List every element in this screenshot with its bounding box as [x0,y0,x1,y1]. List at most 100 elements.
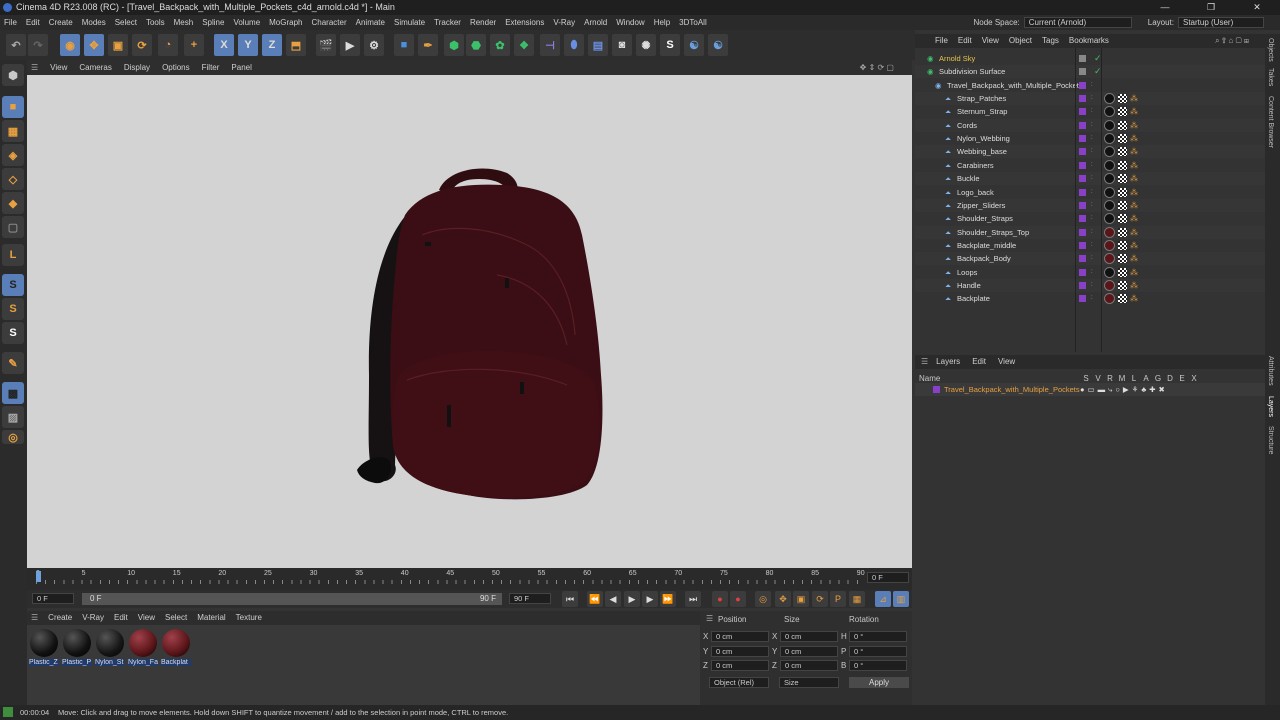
material-tag-icon[interactable] [1104,279,1115,291]
texture-tag-icon[interactable] [1118,160,1127,170]
object-row[interactable]: ⏶ Backplate_middle: ⁂ [915,238,1265,252]
object-row[interactable]: ⏶ Cords: ⁂ [915,118,1265,132]
model-mode-icon[interactable]: ■ [2,96,24,118]
visibility-dots[interactable]: : [1091,172,1093,185]
coordinate-system-icon[interactable]: ⬒ [286,34,306,56]
add-icon[interactable]: + [184,34,204,56]
layer-color-tag[interactable] [1079,121,1086,129]
prev-key-icon[interactable]: ⏪ [587,591,603,607]
material-tag-icon[interactable] [1104,93,1115,105]
texture-mode-icon[interactable]: ▦ [2,120,24,142]
texture-tag-icon[interactable] [1118,147,1127,157]
layer-color-tag[interactable] [1079,188,1086,196]
enable-checkbox[interactable] [1079,55,1086,62]
phong-tag-icon[interactable]: ⁂ [1130,105,1138,118]
object-row[interactable]: ◉ Arnold Sky ✓ [915,52,1265,65]
side-tab-objects[interactable]: Objects [1267,38,1274,62]
menu-extensions[interactable]: Extensions [505,15,544,30]
keyframe-selection-icon[interactable]: ◎ [755,591,771,607]
texture-tag-icon[interactable] [1118,134,1127,144]
material-menu-vray[interactable]: V-Ray [82,611,104,625]
texture-tag-icon[interactable] [1118,227,1127,237]
menu-window[interactable]: Window [616,15,644,30]
light-icon[interactable]: ✺ [636,34,656,56]
visibility-dots[interactable]: : [1091,92,1093,105]
layer-flag-icons[interactable]: ●▭▬⤷○▶⚘♣✚✖ [1080,383,1168,396]
fcurve-icon[interactable]: ▥ [893,591,909,607]
viewport-menu-filter[interactable]: Filter [202,60,220,75]
layer-color-tag[interactable] [1079,295,1086,303]
phong-tag-icon[interactable]: ⁂ [1130,226,1138,239]
object-row[interactable]: ⏶ Shoulder_Straps: ⁂ [915,212,1265,226]
size-field[interactable]: 0 cm [780,660,838,671]
python2-icon[interactable]: ☯ [708,34,728,56]
scene-icon[interactable]: ⬮ [564,34,584,56]
object-row[interactable]: ⏶ Carabiners: ⁂ [915,158,1265,172]
layer-row[interactable]: Travel_Backpack_with_Multiple_Pockets ●▭▬… [915,383,1265,396]
pen-icon[interactable]: ✒ [418,34,438,56]
side-tab-layers[interactable]: Layers [1267,396,1274,417]
maximize-button[interactable]: ❐ [1188,0,1234,15]
layer-menu-edit[interactable]: Edit [972,355,986,369]
texture-tag-icon[interactable] [1118,120,1127,130]
phong-tag-icon[interactable]: ⁂ [1130,212,1138,225]
visibility-dots[interactable]: : [1091,252,1093,265]
layer-color-tag[interactable] [1079,281,1086,289]
layer-color-tag[interactable] [1079,161,1086,169]
minimize-button[interactable]: — [1142,0,1188,15]
visibility-dots[interactable]: : [1091,159,1093,172]
material-tag-icon[interactable] [1104,146,1115,158]
visibility-dots[interactable]: : [1091,119,1093,132]
size-field[interactable]: 0 cm [780,645,838,657]
menu-vray[interactable]: V-Ray [553,15,575,30]
material-tag-icon[interactable] [1104,186,1115,198]
menu-arnold[interactable]: Arnold [584,15,607,30]
y-axis-icon[interactable]: Y [238,34,258,56]
arnold-icon[interactable]: S [660,34,680,56]
layer-color-tag[interactable] [1079,255,1086,263]
go-start-icon[interactable]: ⏮ [562,591,578,607]
enable-axis-icon[interactable]: ◎ [2,430,24,444]
python-icon[interactable]: ☯ [684,34,704,56]
phong-tag-icon[interactable]: ⁂ [1130,279,1138,292]
viewport[interactable] [27,75,912,568]
recent-tools-icon[interactable]: ◔ [158,34,178,56]
object-search-icons[interactable]: ⌕ ⇧ ⌂ ▢ ⊞ [1215,34,1249,48]
cloner-icon[interactable]: ✿ [490,34,510,56]
rotate-icon[interactable]: ⟳ [132,34,152,56]
phong-tag-icon[interactable]: ⁂ [1130,159,1138,172]
viewport-menu-view[interactable]: View [50,60,67,75]
texture-tag-icon[interactable] [1118,254,1127,264]
material-swatch[interactable]: Backplat [161,629,191,671]
layer-color-tag[interactable] [1079,108,1086,116]
lock-workplane-icon[interactable]: ▨ [2,406,24,428]
coords-menu-icon[interactable]: ☰ [706,614,713,623]
object-menu-tags[interactable]: Tags [1042,34,1059,48]
layer-color-tag[interactable] [1079,241,1086,249]
phong-tag-icon[interactable]: ⁂ [1130,186,1138,199]
apply-button[interactable]: Apply [849,677,909,688]
layer-color-tag[interactable] [1079,215,1086,223]
render-settings-icon[interactable]: ⚙ [364,34,384,56]
menu-edit[interactable]: Edit [26,15,40,30]
visibility-dots[interactable]: : [1091,239,1093,252]
uv-mode-icon[interactable]: ▢ [2,216,24,238]
menu-spline[interactable]: Spline [202,15,224,30]
material-tag-icon[interactable] [1104,159,1115,171]
prev-frame-icon[interactable]: ◀ [605,591,621,607]
material-menu-icon[interactable]: ☰ [31,611,38,625]
material-tag-icon[interactable] [1104,173,1115,185]
floor-icon[interactable]: ▤ [588,34,608,56]
phong-tag-icon[interactable]: ⁂ [1130,239,1138,252]
position-field[interactable]: 0 cm [711,645,769,657]
undo-icon[interactable]: ↶ [6,34,26,56]
bend-icon[interactable]: ⊣ [540,34,560,56]
timeline-icon[interactable]: ⊿ [875,591,891,607]
workplane-icon[interactable]: ✎ [2,352,24,374]
edges-mode-icon[interactable]: ◇ [2,168,24,190]
texture-tag-icon[interactable] [1118,240,1127,250]
rotation-field[interactable]: 0 ° [849,660,907,671]
material-tag-icon[interactable] [1104,226,1115,238]
visibility-dots[interactable]: : [1091,199,1093,212]
current-frame-field[interactable]: 0 F [867,572,909,583]
